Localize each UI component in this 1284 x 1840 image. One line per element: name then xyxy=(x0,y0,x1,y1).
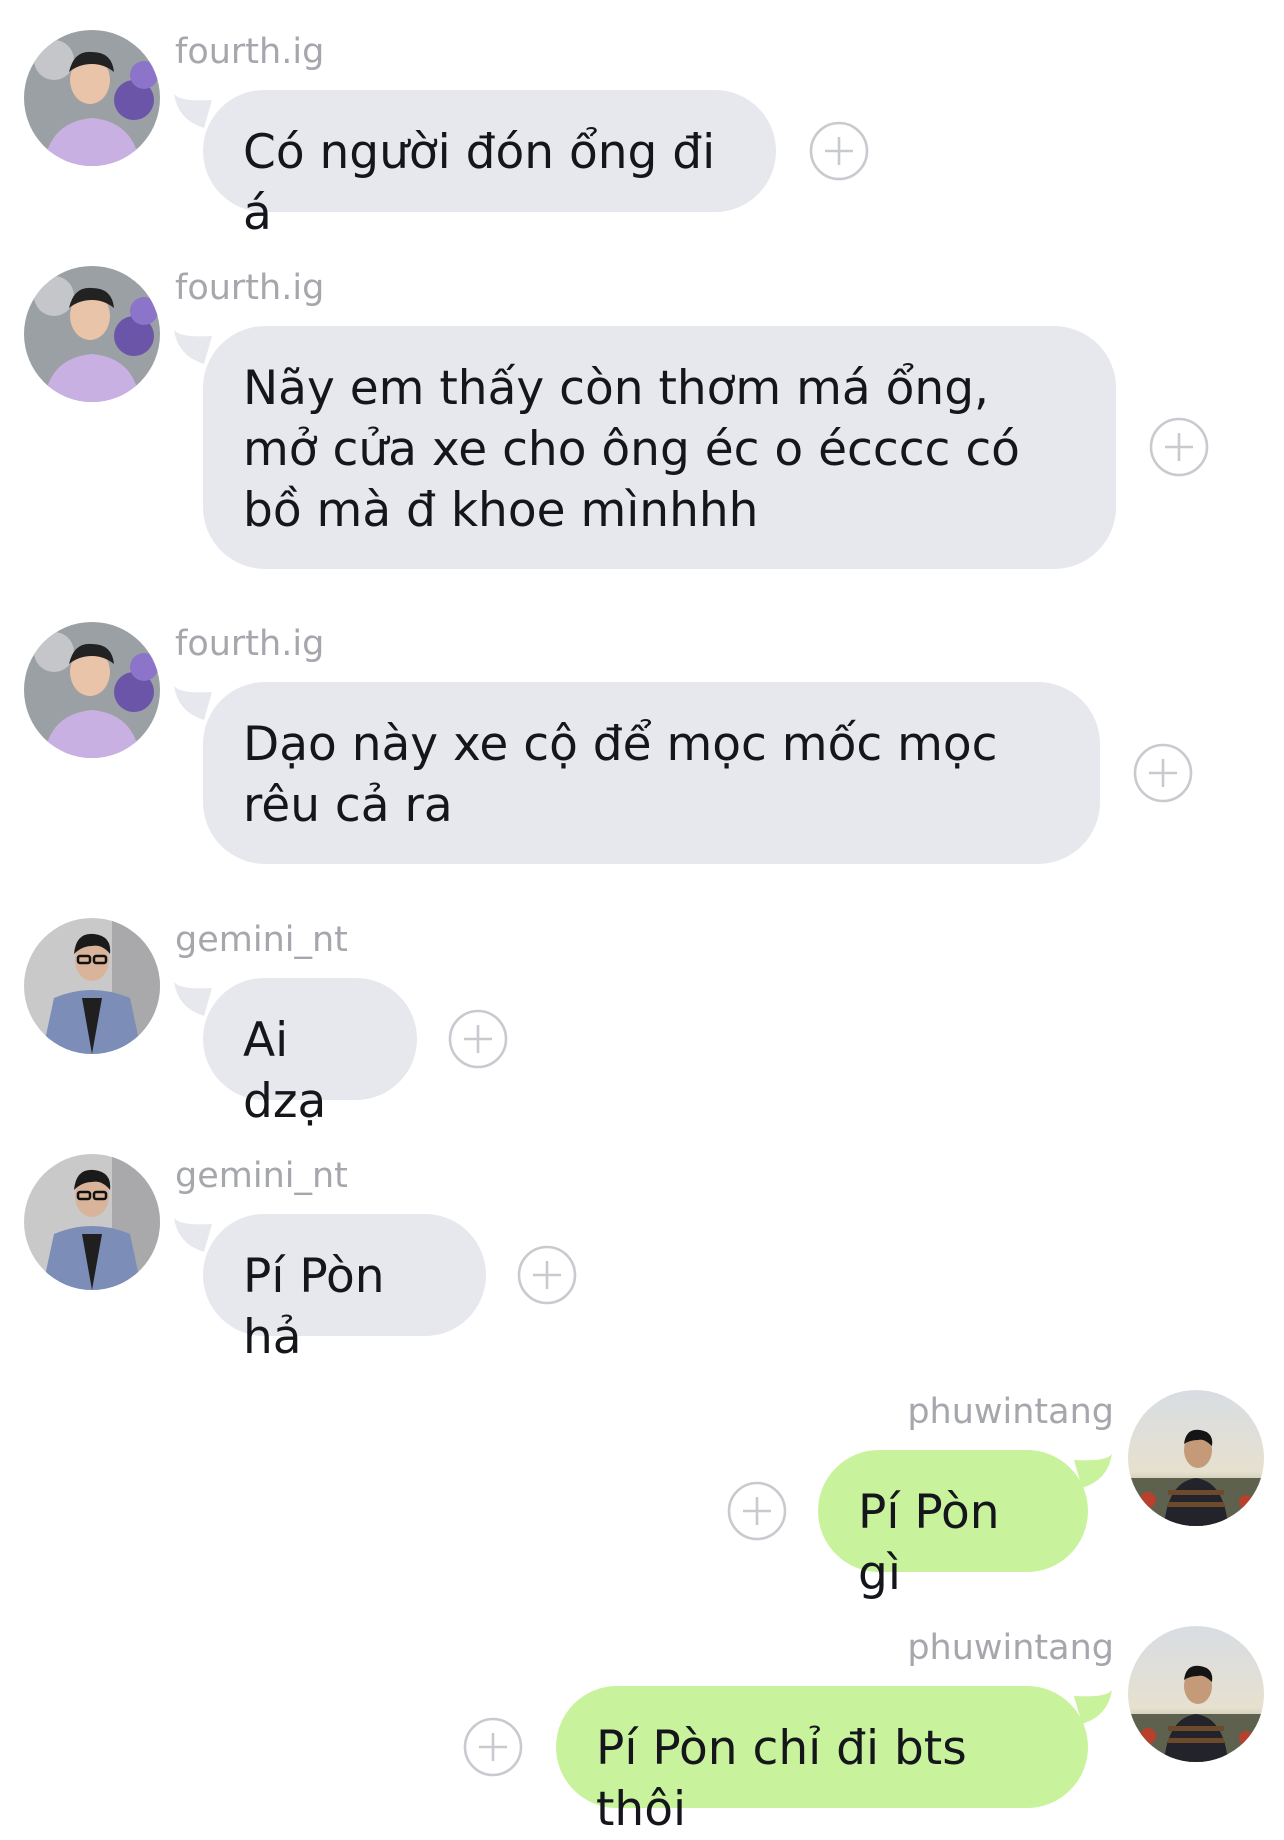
avatar[interactable] xyxy=(24,1154,160,1290)
sender-name: fourth.ig xyxy=(175,268,325,308)
plus-circle-icon[interactable] xyxy=(462,1716,524,1778)
message-bubble[interactable]: Dạo này xe cộ để mọc mốc mọc rêu cả ra xyxy=(203,682,1100,864)
sender-name: phuwintang xyxy=(907,1392,1114,1432)
message-bubble[interactable]: Có người đón ổng đi á xyxy=(203,90,776,241)
bubble-tail xyxy=(174,1218,212,1252)
message-bubble[interactable]: Pí Pòn hả xyxy=(203,1214,486,1365)
message-bubble[interactable]: Ai dzạ xyxy=(203,978,417,1129)
plus-circle-icon[interactable] xyxy=(808,120,870,182)
sender-name: fourth.ig xyxy=(175,32,325,72)
avatar[interactable] xyxy=(1128,1390,1264,1526)
avatar[interactable] xyxy=(24,622,160,758)
plus-circle-icon[interactable] xyxy=(1148,416,1210,478)
bubble-tail xyxy=(174,330,212,364)
avatar[interactable] xyxy=(24,30,160,166)
bubble-tail xyxy=(174,982,212,1016)
avatar[interactable] xyxy=(24,918,160,1054)
bubble-tail xyxy=(174,94,212,128)
sender-name: gemini_nt xyxy=(175,1156,348,1196)
avatar[interactable] xyxy=(1128,1626,1264,1762)
plus-circle-icon[interactable] xyxy=(1132,742,1194,804)
avatar[interactable] xyxy=(24,266,160,402)
plus-circle-icon[interactable] xyxy=(516,1244,578,1306)
message-bubble[interactable]: Pí Pòn chỉ đi bts thôi xyxy=(556,1686,1088,1837)
sender-name: gemini_nt xyxy=(175,920,348,960)
plus-circle-icon[interactable] xyxy=(726,1480,788,1542)
plus-circle-icon[interactable] xyxy=(447,1008,509,1070)
sender-name: fourth.ig xyxy=(175,624,325,664)
bubble-tail xyxy=(174,686,212,720)
message-bubble[interactable]: Pí Pòn gì xyxy=(818,1450,1088,1601)
sender-name: phuwintang xyxy=(907,1628,1114,1668)
message-bubble[interactable]: Nãy em thấy còn thơm má ổng, mở cửa xe c… xyxy=(203,326,1116,569)
